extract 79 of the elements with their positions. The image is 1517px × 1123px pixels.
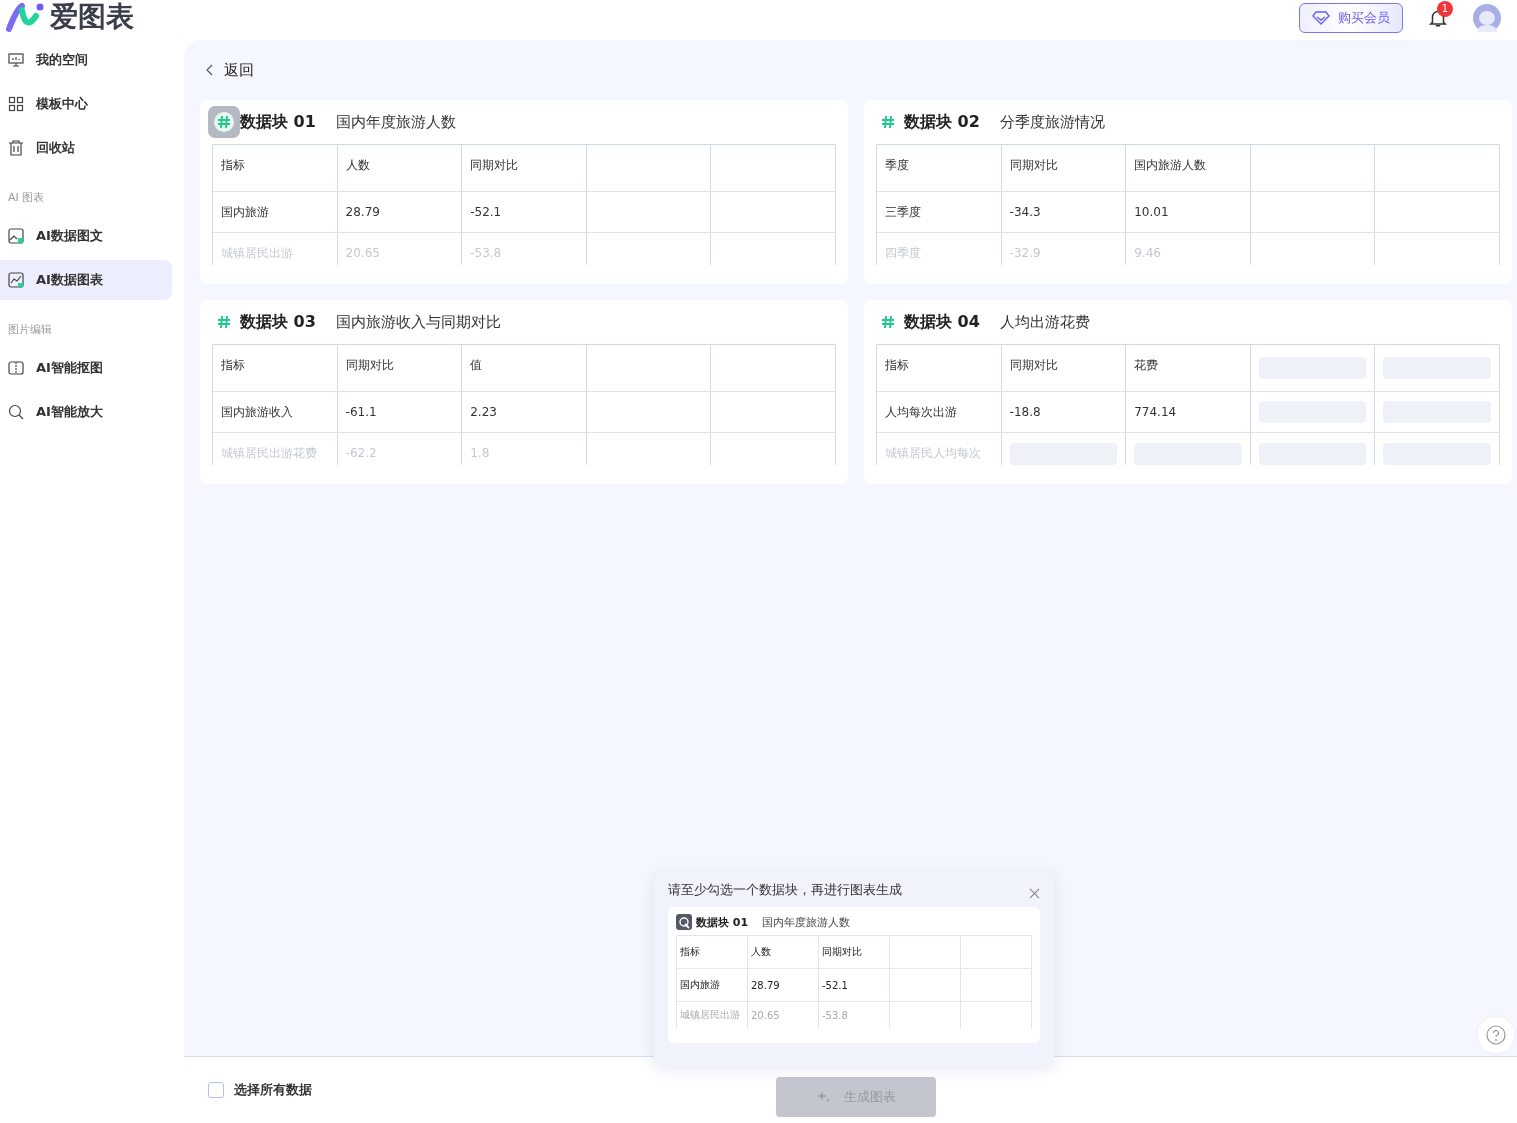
- logo-icon: [6, 2, 46, 32]
- preview-block-name: 数据块 01: [696, 914, 749, 930]
- table-cell: 国内旅游: [221, 203, 269, 221]
- preview-block-title: 国内年度旅游人数: [762, 914, 851, 930]
- table-cell: 季度: [885, 157, 909, 174]
- table-cell: 774.14: [1134, 405, 1177, 419]
- block-title: 人均出游花费: [999, 312, 1090, 332]
- table-cell: 同期对比: [345, 357, 394, 374]
- table-cell: 28.79: [345, 205, 380, 219]
- block-name: 数据块 04: [904, 311, 980, 333]
- table-cell-text: 1.8: [470, 445, 490, 462]
- preview-cell: -52.1: [822, 979, 848, 991]
- close-icon[interactable]: [1029, 888, 1040, 899]
- grid-icon: [8, 96, 24, 112]
- select-all-checkbox[interactable]: 选择所有数据: [208, 1081, 312, 1099]
- tooltip-message: 请至少勾选一个数据块，再进行图表生成: [668, 880, 902, 899]
- block-title: 分季度旅游情况: [999, 112, 1105, 132]
- table-cell-text: -32.9: [1009, 245, 1041, 262]
- table-cell: -34.3: [1009, 205, 1041, 219]
- table-cell: 人数: [345, 157, 370, 174]
- table-cell: 值: [470, 357, 483, 374]
- table-cell: 指标: [885, 357, 909, 374]
- sidebar-item[interactable]: AI智能放大: [0, 392, 172, 432]
- table-cell: 国内旅游人数: [1134, 157, 1207, 174]
- table-cell: 10.01: [1134, 205, 1169, 219]
- preview-cell: 同期对比: [822, 945, 862, 959]
- table-cell: 花费: [1134, 357, 1159, 374]
- table-cell-text: -53.8: [470, 245, 502, 262]
- vip-button[interactable]: 购买会员: [1299, 3, 1403, 33]
- block-name: 数据块 01: [240, 111, 316, 133]
- table-cell: 国内旅游收入: [221, 403, 293, 421]
- sidebar-item[interactable]: 模板中心: [0, 84, 172, 124]
- sidebar-item[interactable]: AI数据图文: [0, 216, 172, 256]
- section-label: 图片编辑: [7, 322, 53, 338]
- preview-cell: 28.79: [751, 979, 780, 991]
- table-cell-text: 20.65: [345, 245, 380, 262]
- block-name: 数据块 03: [240, 311, 316, 333]
- avatar-icon[interactable]: [1473, 4, 1501, 32]
- preview-cell: 20.65: [751, 1009, 780, 1021]
- preview-cell: 城镇居民出游: [680, 1008, 740, 1022]
- sidebar-item[interactable]: 我的空间: [0, 40, 172, 80]
- image-icon: [8, 228, 24, 244]
- back-link[interactable]: 返回: [206, 60, 254, 80]
- help-icon[interactable]: [1476, 1015, 1516, 1055]
- cursor-icon: [676, 914, 692, 930]
- block-title: 国内旅游收入与同期对比: [335, 312, 501, 332]
- cutout-icon: [8, 360, 24, 376]
- monitor-icon: [8, 52, 24, 68]
- section-label: AI 图表: [7, 190, 46, 206]
- chart-icon: [8, 272, 24, 288]
- table-cell: 同期对比: [470, 157, 519, 174]
- table-cell: 指标: [221, 157, 245, 174]
- table-cell-text: 9.46: [1134, 245, 1161, 262]
- preview-cell: 指标: [680, 945, 700, 959]
- table-cell: 同期对比: [1009, 157, 1058, 174]
- preview-cell: 国内旅游: [680, 978, 720, 992]
- hash-icon[interactable]: [208, 106, 240, 138]
- table-cell: 同期对比: [1009, 357, 1058, 374]
- table-cell-text: -62.2: [345, 445, 377, 462]
- trash-icon: [8, 140, 24, 156]
- sidebar-item[interactable]: 回收站: [0, 128, 172, 168]
- block-title: 国内年度旅游人数: [335, 112, 456, 132]
- magnifier-icon: [8, 404, 24, 420]
- notification-badge: 1: [1437, 1, 1453, 17]
- block-name: 数据块 02: [904, 111, 980, 133]
- logo-text: 爱图表: [50, 0, 134, 35]
- diamond-icon: [1312, 11, 1330, 25]
- table-cell: 指标: [221, 357, 245, 374]
- sidebar-item[interactable]: AI智能抠图: [0, 348, 172, 388]
- sidebar-item[interactable]: AI数据图表: [0, 260, 172, 300]
- table-cell: 2.23: [470, 405, 497, 419]
- preview-cell: 人数: [751, 945, 771, 959]
- table-cell: 三季度: [885, 203, 921, 221]
- table-cell: -52.1: [470, 205, 502, 219]
- chevron-left-icon: [206, 64, 214, 76]
- preview-cell: -53.8: [822, 1009, 848, 1021]
- table-cell: 人均每次出游: [885, 403, 957, 421]
- table-cell: -61.1: [345, 405, 377, 419]
- table-cell: -18.8: [1009, 405, 1041, 419]
